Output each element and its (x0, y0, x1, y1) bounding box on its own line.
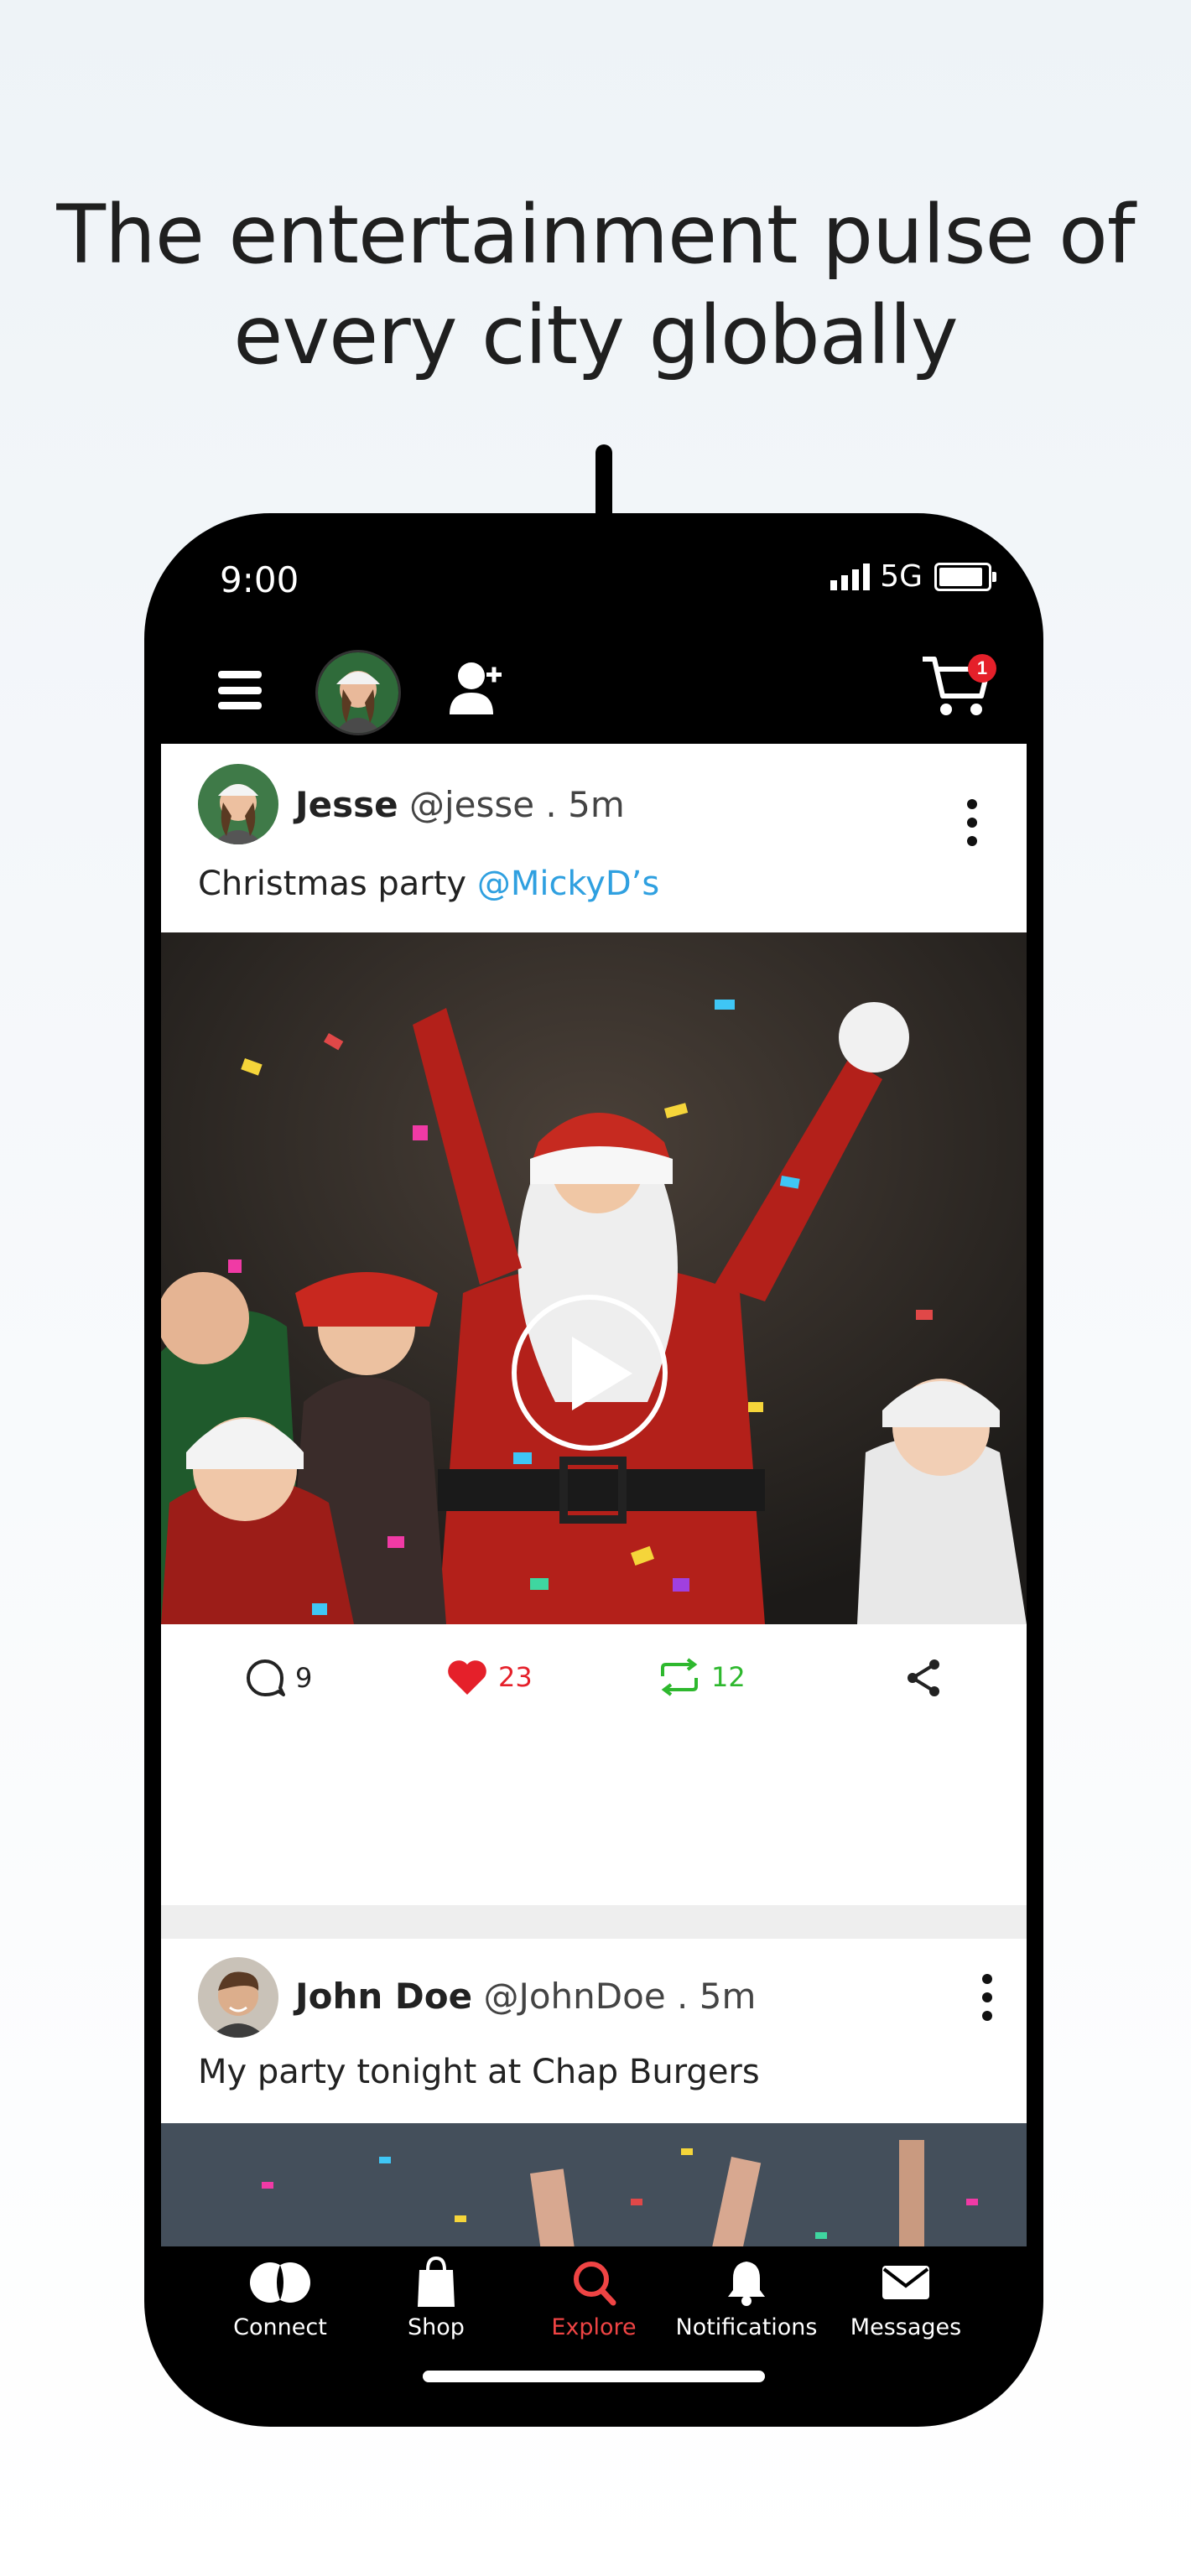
post-text: Christmas party @MickyD’s (198, 865, 659, 903)
post-card: Jesse @jesse . 5m Christmas party @Micky… (161, 744, 1027, 1905)
profile-avatar[interactable] (315, 650, 401, 735)
post-text-body: Christmas party (198, 865, 477, 903)
comment-icon (247, 1659, 285, 1696)
cart-count-badge: 1 (968, 654, 996, 683)
heart-icon (448, 1660, 486, 1695)
repost-count: 12 (711, 1661, 746, 1693)
comment-action[interactable]: 9 (245, 1658, 312, 1698)
top-bar: 1 (144, 639, 1043, 744)
post-header: Jesse @jesse . 5m (295, 784, 625, 825)
author-name[interactable]: John Doe (295, 1976, 472, 2017)
post-video[interactable] (161, 932, 1027, 1624)
tab-messages[interactable]: Messages (822, 2256, 990, 2340)
repost-action[interactable]: 12 (658, 1658, 746, 1696)
author-handle-time: @jesse . 5m (408, 784, 625, 825)
more-options-icon[interactable] (981, 1974, 993, 2021)
like-action[interactable]: 23 (446, 1658, 533, 1696)
mention-link[interactable]: @MickyD’s (477, 865, 659, 903)
shopping-bag-icon (418, 2257, 455, 2307)
bottom-tab-bar: Connect Shop Explore Notifications Messa… (144, 2247, 1043, 2427)
search-icon (574, 2262, 616, 2306)
like-count: 23 (498, 1661, 533, 1693)
headline-line-1: The entertainment pulse of (56, 188, 1135, 282)
share-action[interactable] (904, 1658, 944, 1698)
post-photo (161, 2123, 1027, 2246)
more-options-icon[interactable] (966, 799, 978, 846)
add-user-icon[interactable] (450, 659, 503, 720)
author-handle-time: @JohnDoe . 5m (483, 1976, 757, 2017)
headline-line-2: every city globally (233, 288, 958, 382)
status-time: 9:00 (220, 559, 299, 600)
menu-icon[interactable] (218, 671, 262, 709)
share-icon (908, 1659, 939, 1696)
envelope-icon (882, 2266, 929, 2299)
post-card: John Doe @JohnDoe . 5m My party tonight … (161, 1939, 1027, 2246)
post-header: John Doe @JohnDoe . 5m (295, 1976, 756, 2017)
author-name[interactable]: Jesse (295, 784, 398, 825)
post-text: My party tonight at Chap Burgers (198, 2053, 760, 2091)
status-indicators: 5G (830, 559, 996, 594)
post-author-avatar[interactable] (198, 1957, 278, 2038)
tab-explore-label: Explore (551, 2314, 637, 2340)
headline: The entertainment pulse of every city gl… (0, 184, 1191, 386)
home-indicator[interactable] (423, 2371, 765, 2382)
network-type: 5G (880, 559, 923, 594)
tab-notifications[interactable]: Notifications (663, 2256, 830, 2340)
post-author-avatar[interactable] (198, 764, 278, 844)
feed: Jesse @jesse . 5m Christmas party @Micky… (161, 744, 1027, 2246)
play-button[interactable] (512, 1295, 668, 1451)
tab-shop[interactable]: Shop (352, 2256, 520, 2340)
tab-connect-label: Connect (233, 2314, 327, 2340)
tab-connect[interactable]: Connect (196, 2256, 364, 2340)
comment-count: 9 (295, 1662, 313, 1694)
bell-icon (728, 2262, 765, 2306)
status-bar: 9:00 5G (144, 513, 1043, 639)
phone-frame: 9:00 5G 1 Jesse @jesse . 5m Christmas pa… (144, 513, 1043, 2427)
connect-icon (250, 2262, 310, 2303)
battery-icon (934, 562, 996, 591)
video-thumbnail (161, 932, 1027, 1624)
tab-explore[interactable]: Explore (510, 2256, 678, 2340)
signal-icon (830, 563, 871, 590)
tab-messages-label: Messages (850, 2314, 962, 2340)
post-image[interactable] (161, 2123, 1027, 2246)
tab-shop-label: Shop (408, 2314, 465, 2340)
tab-notifications-label: Notifications (675, 2314, 818, 2340)
repost-icon (661, 1658, 698, 1696)
post-actions: 9 23 12 (161, 1624, 1027, 1737)
